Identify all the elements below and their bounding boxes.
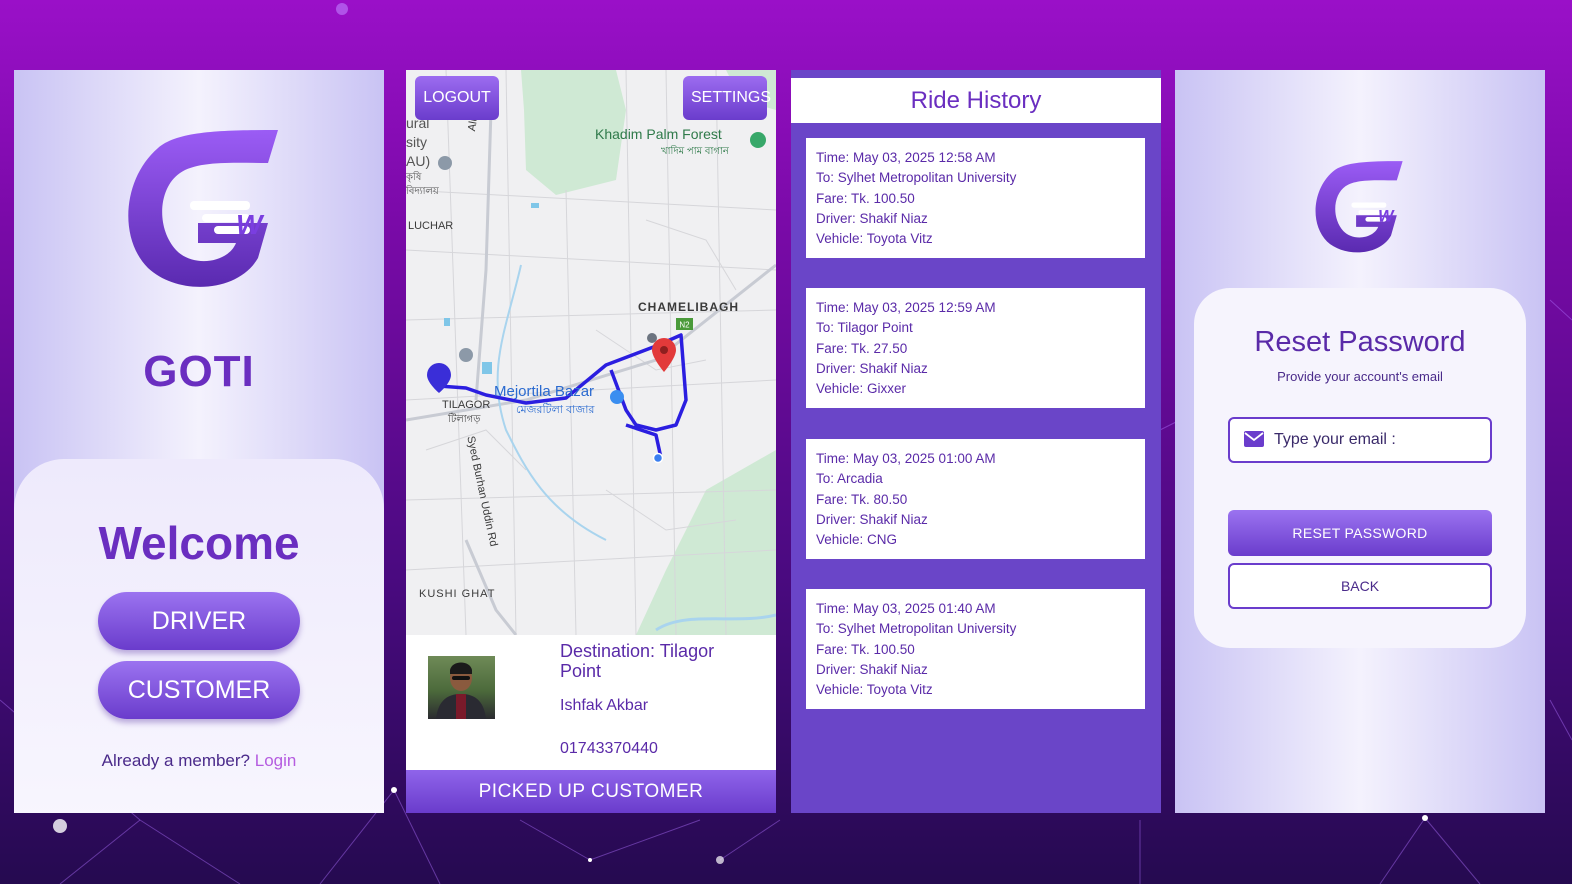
back-button[interactable]: BACK (1228, 563, 1492, 609)
ride-destination: To: Tilagor Point (816, 320, 913, 336)
ride-fare: Fare: Tk. 100.50 (816, 190, 915, 206)
ride-time: Time: May 03, 2025 12:58 AM (816, 150, 996, 165)
map-label-partial: ural sity AU) কৃষি বিদ্যালয় (406, 114, 439, 199)
ride-time: Time: May 03, 2025 12:59 AM (816, 300, 996, 315)
reset-subtitle: Provide your account's email (1277, 369, 1443, 384)
reset-title: Reset Password (1254, 326, 1466, 358)
ride-history-screen: Ride History Time: May 03, 2025 12:58 AM… (791, 70, 1161, 813)
ride-vehicle: Vehicle: Toyota Vitz (816, 231, 933, 247)
ride-driver: Driver: Shakif Niaz (816, 210, 928, 226)
ride-vehicle: Vehicle: CNG (816, 532, 898, 548)
customer-avatar (428, 656, 495, 719)
customer-button[interactable]: CUSTOMER (98, 661, 300, 719)
customer-phone[interactable]: 01743370440 (560, 740, 658, 758)
map-label-tilagor-bn: টিলাগড় (448, 414, 481, 425)
goti-logo-icon: W (1315, 161, 1403, 253)
ride-destination: To: Sylhet Metropolitan University (816, 170, 1017, 186)
svg-text:N2: N2 (679, 321, 690, 330)
map-view[interactable]: N2 Khadim Palm Forest খাদিম পাম বাগান CH… (406, 70, 776, 635)
logout-button[interactable]: LOGOUT (415, 76, 499, 120)
map-label-kushi-ghat: KUSHI GHAT (419, 588, 496, 600)
brand-name: GOTI (143, 347, 255, 396)
ride-fare: Fare: Tk. 100.50 (816, 641, 915, 657)
ride-fare: Fare: Tk. 27.50 (816, 340, 908, 356)
ride-destination: To: Arcadia (816, 471, 883, 487)
customer-info-panel: Destination: Tilagor Point Ishfak Akbar … (406, 635, 776, 771)
email-input[interactable] (1274, 419, 1484, 461)
ride-card[interactable]: Time: May 03, 2025 12:58 AM To: Sylhet M… (806, 138, 1145, 258)
ride-card[interactable]: Time: May 03, 2025 12:59 AM To: Tilagor … (806, 288, 1145, 408)
driver-button[interactable]: DRIVER (98, 592, 300, 650)
map-label-luchar: LUCHAR (408, 220, 454, 232)
map-label-tilagor: TILAGOR (442, 399, 491, 411)
ride-time: Time: May 03, 2025 01:40 AM (816, 601, 996, 616)
ride-card[interactable]: Time: May 03, 2025 01:40 AM To: Sylhet M… (806, 589, 1145, 709)
map-label-khadim: Khadim Palm Forest (595, 126, 722, 142)
map-screen: N2 Khadim Palm Forest খাদিম পাম বাগান CH… (406, 70, 776, 813)
page-title: Ride History (791, 78, 1161, 123)
reset-password-screen: W Reset Password Provide your account's … (1175, 70, 1545, 813)
ride-driver: Driver: Shakif Niaz (816, 360, 928, 376)
map-label-bn2: বিদ্যালয় (406, 186, 439, 197)
map-label-sity: sity (406, 134, 427, 150)
member-prompt: Already a member? Login (14, 751, 384, 771)
customer-name: Ishfak Akbar (560, 697, 649, 714)
ride-driver: Driver: Shakif Niaz (816, 661, 928, 677)
ride-card[interactable]: Time: May 03, 2025 01:00 AM To: Arcadia … (806, 439, 1145, 559)
picked-up-customer-button[interactable]: PICKED UP CUSTOMER (406, 770, 776, 813)
map-label-chamelibagh: CHAMELIBAGH (638, 300, 739, 314)
svg-text:W: W (236, 209, 265, 240)
settings-button[interactable]: SETTINGS (683, 76, 771, 120)
map-label-mejortila-bn: মেজরটিলা বাজার (516, 404, 595, 416)
login-link[interactable]: Login (255, 751, 297, 770)
mail-icon (1244, 431, 1264, 447)
map-label-khadim-bn: খাদিম পাম বাগান (661, 146, 729, 157)
welcome-heading: Welcome (98, 517, 300, 569)
svg-text:W: W (1378, 208, 1395, 226)
ride-vehicle: Vehicle: Gixxer (816, 381, 907, 397)
destination-text: Destination: Tilagor Point (560, 641, 715, 681)
map-label-bn1: কৃষি (406, 172, 422, 183)
map-label-mejortila: Mejortila Bazar (494, 383, 595, 400)
reset-password-button[interactable]: RESET PASSWORD (1228, 510, 1492, 556)
email-field[interactable] (1228, 417, 1492, 463)
goti-logo-icon: W (128, 130, 278, 287)
ride-destination: To: Sylhet Metropolitan University (816, 621, 1017, 637)
member-text: Already a member? (101, 751, 250, 770)
ride-fare: Fare: Tk. 80.50 (816, 491, 908, 507)
ride-time: Time: May 03, 2025 01:00 AM (816, 451, 996, 466)
map-label-au: AU) (406, 153, 431, 169)
welcome-screen: W GOTI Welcome DRIVER CUSTOMER Already a… (14, 70, 384, 813)
ride-driver: Driver: Shakif Niaz (816, 511, 928, 527)
ride-vehicle: Vehicle: Toyota Vitz (816, 682, 933, 698)
